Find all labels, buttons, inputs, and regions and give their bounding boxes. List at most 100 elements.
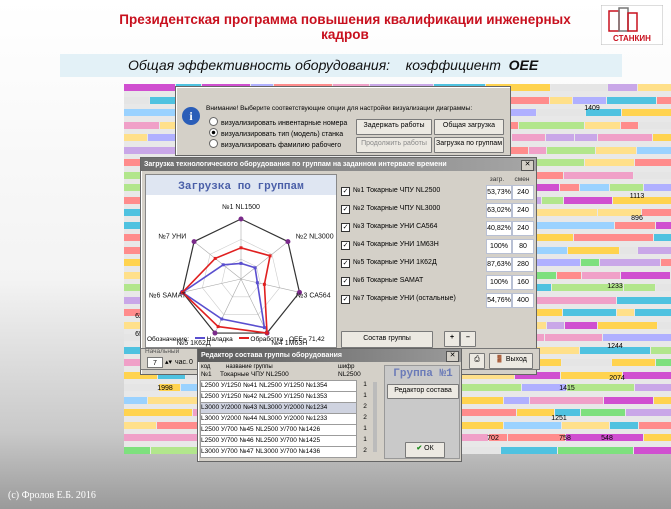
overall-load-button[interactable]: Общая загрузка [434,119,504,135]
schedule-bar [124,396,147,404]
group-row[interactable]: ✓ №7 Токарные УНИ (остальные) [341,292,456,306]
schedule-bar [547,321,564,329]
schedule-bar [654,234,671,241]
group-checkbox[interactable]: ✓ [341,223,350,232]
radar-category-label: №1 NL1500 [222,204,260,211]
schedule-bar [653,134,671,141]
compose-group-button[interactable]: Состав группы [341,331,433,348]
ok-button[interactable]: ✔ ОК [405,442,445,458]
schedule-number: 1244 [607,343,623,350]
schedule-bar [124,446,150,454]
radar-axis [240,278,300,293]
ok-label: ОК [424,445,434,452]
radio-inventory[interactable]: визуализировать инвентарные номера [209,117,347,127]
legend-setup-swatch [194,337,205,339]
schedule-bar [612,359,655,366]
schedule-number: 2074 [609,375,625,382]
radar-point [265,331,269,335]
group-shifts-value: 240 [512,203,534,218]
radio-model[interactable]: визуализировать тип (модель) станка [209,128,343,138]
schedule-bar [124,421,156,429]
schedule-bar [617,309,634,316]
schedule-bar [639,421,671,429]
group-load-value: 40,82% [486,221,512,236]
group-load-value: 54,76% [486,293,512,308]
schedule-bar [656,359,671,366]
print-icon[interactable]: ⎙ [469,353,485,369]
schedule-bar [564,171,633,179]
radar-point [221,263,225,267]
group-checkbox[interactable]: ✓ [341,241,350,250]
group-values: 53,73% 240 63,02% 240 40,82% 240 100% 80 87,63% 2… [484,184,534,308]
schedule-bar [621,271,670,279]
schedule-bar [635,384,671,391]
group-load-value: 100% [486,275,512,290]
composition-row-number: 2 [363,403,367,410]
group-checkbox[interactable]: ✓ [341,205,350,214]
editor-side-panel: Группа №1 Редактор состава ✔ ОК [384,365,460,459]
group-editor-dialog: Редактор состава группы оборудования ✕ к… [197,348,462,462]
composition-row[interactable]: L3000 У/700 №47 NL3000 У/700 №1436 [200,446,357,458]
schedule-bar [661,259,671,266]
chart-title: Загрузка по группам [178,181,304,193]
composition-editor-button[interactable]: Редактор состава [387,384,459,399]
schedule-bar [600,259,660,266]
group-load-button[interactable]: Загрузка по группам [434,137,504,153]
schedule-bar [624,284,655,291]
spin-icon[interactable]: ▴▾ [165,358,172,366]
exit-button[interactable]: 🚪 Выход [489,353,533,369]
editor-group-name: Токарные ЧПУ NL2500 [220,371,289,378]
group-row[interactable]: ✓ №4 Токарные УНИ 1М63Н [341,238,439,252]
schedule-bar [596,146,636,154]
schedule-bar [638,246,671,254]
group-row[interactable]: ✓ №1 Токарные ЧПУ NL2500 [341,184,440,198]
group-checkbox[interactable]: ✓ [341,259,350,268]
group-row[interactable]: ✓ №3 Токарные УНИ СА564 [341,220,437,234]
group-checkbox[interactable]: ✓ [341,187,350,196]
group-name: №5 Токарные УНИ 1К62Д [353,259,437,266]
schedule-bar [547,146,595,154]
radar-point [268,254,272,258]
add-button[interactable]: + [444,331,460,347]
radar-point [220,317,224,321]
shifts-column-header: смен [514,176,530,183]
group-row[interactable]: ✓ №2 Токарные ЧПУ NL3000 [341,202,440,216]
group-shifts-value: 280 [512,257,534,272]
radar-point [253,266,257,270]
editor-scrollbar[interactable] [373,382,377,452]
schedule-bar [634,446,671,454]
delays-button[interactable]: Задержать работы [356,119,432,135]
schedule-bar [585,121,620,129]
remove-button[interactable]: – [460,331,476,347]
group-heading: Группа №1 [393,368,453,380]
schedule-number: 1998 [157,385,173,392]
schedule-bar [637,146,671,154]
continue-button[interactable]: Продолжить работы [356,137,432,153]
close-icon[interactable]: ✕ [521,160,534,171]
schedule-bar [529,146,546,154]
schedule-bar [508,96,549,104]
radio-worker[interactable]: визуализировать фамилию рабочего [209,139,341,149]
load-column-header: загр. [489,176,505,183]
editor-close-icon[interactable]: ✕ [446,351,459,362]
schedule-bar [581,259,599,266]
group-row[interactable]: ✓ №6 Токарные SAMAT [341,274,423,288]
radar-vertex [285,239,291,245]
window-title: Загрузка технологического оборудования п… [141,158,536,171]
schedule-bar [644,184,671,191]
exit-label: Выход [505,356,527,363]
group-checkbox[interactable]: ✓ [341,295,350,304]
schedule-number: 702 [487,435,499,442]
group-load-value: 100% [486,239,512,254]
schedule-number: 758 [559,435,571,442]
group-checkbox[interactable]: ✓ [341,277,350,286]
composition-row-number: 1 [363,381,367,388]
options-prompt: Внимание! Выберите соответствующие опции… [206,105,473,112]
group-row[interactable]: ✓ №5 Токарные УНИ 1К62Д [341,256,437,270]
radar-point [262,326,266,330]
subtitle-oee: OEE [508,57,539,73]
schedule-bar [124,96,149,104]
radar-vertex [212,330,218,336]
group-load-value: 63,02% [486,203,512,218]
start-hour-input[interactable]: 7 [147,357,163,368]
